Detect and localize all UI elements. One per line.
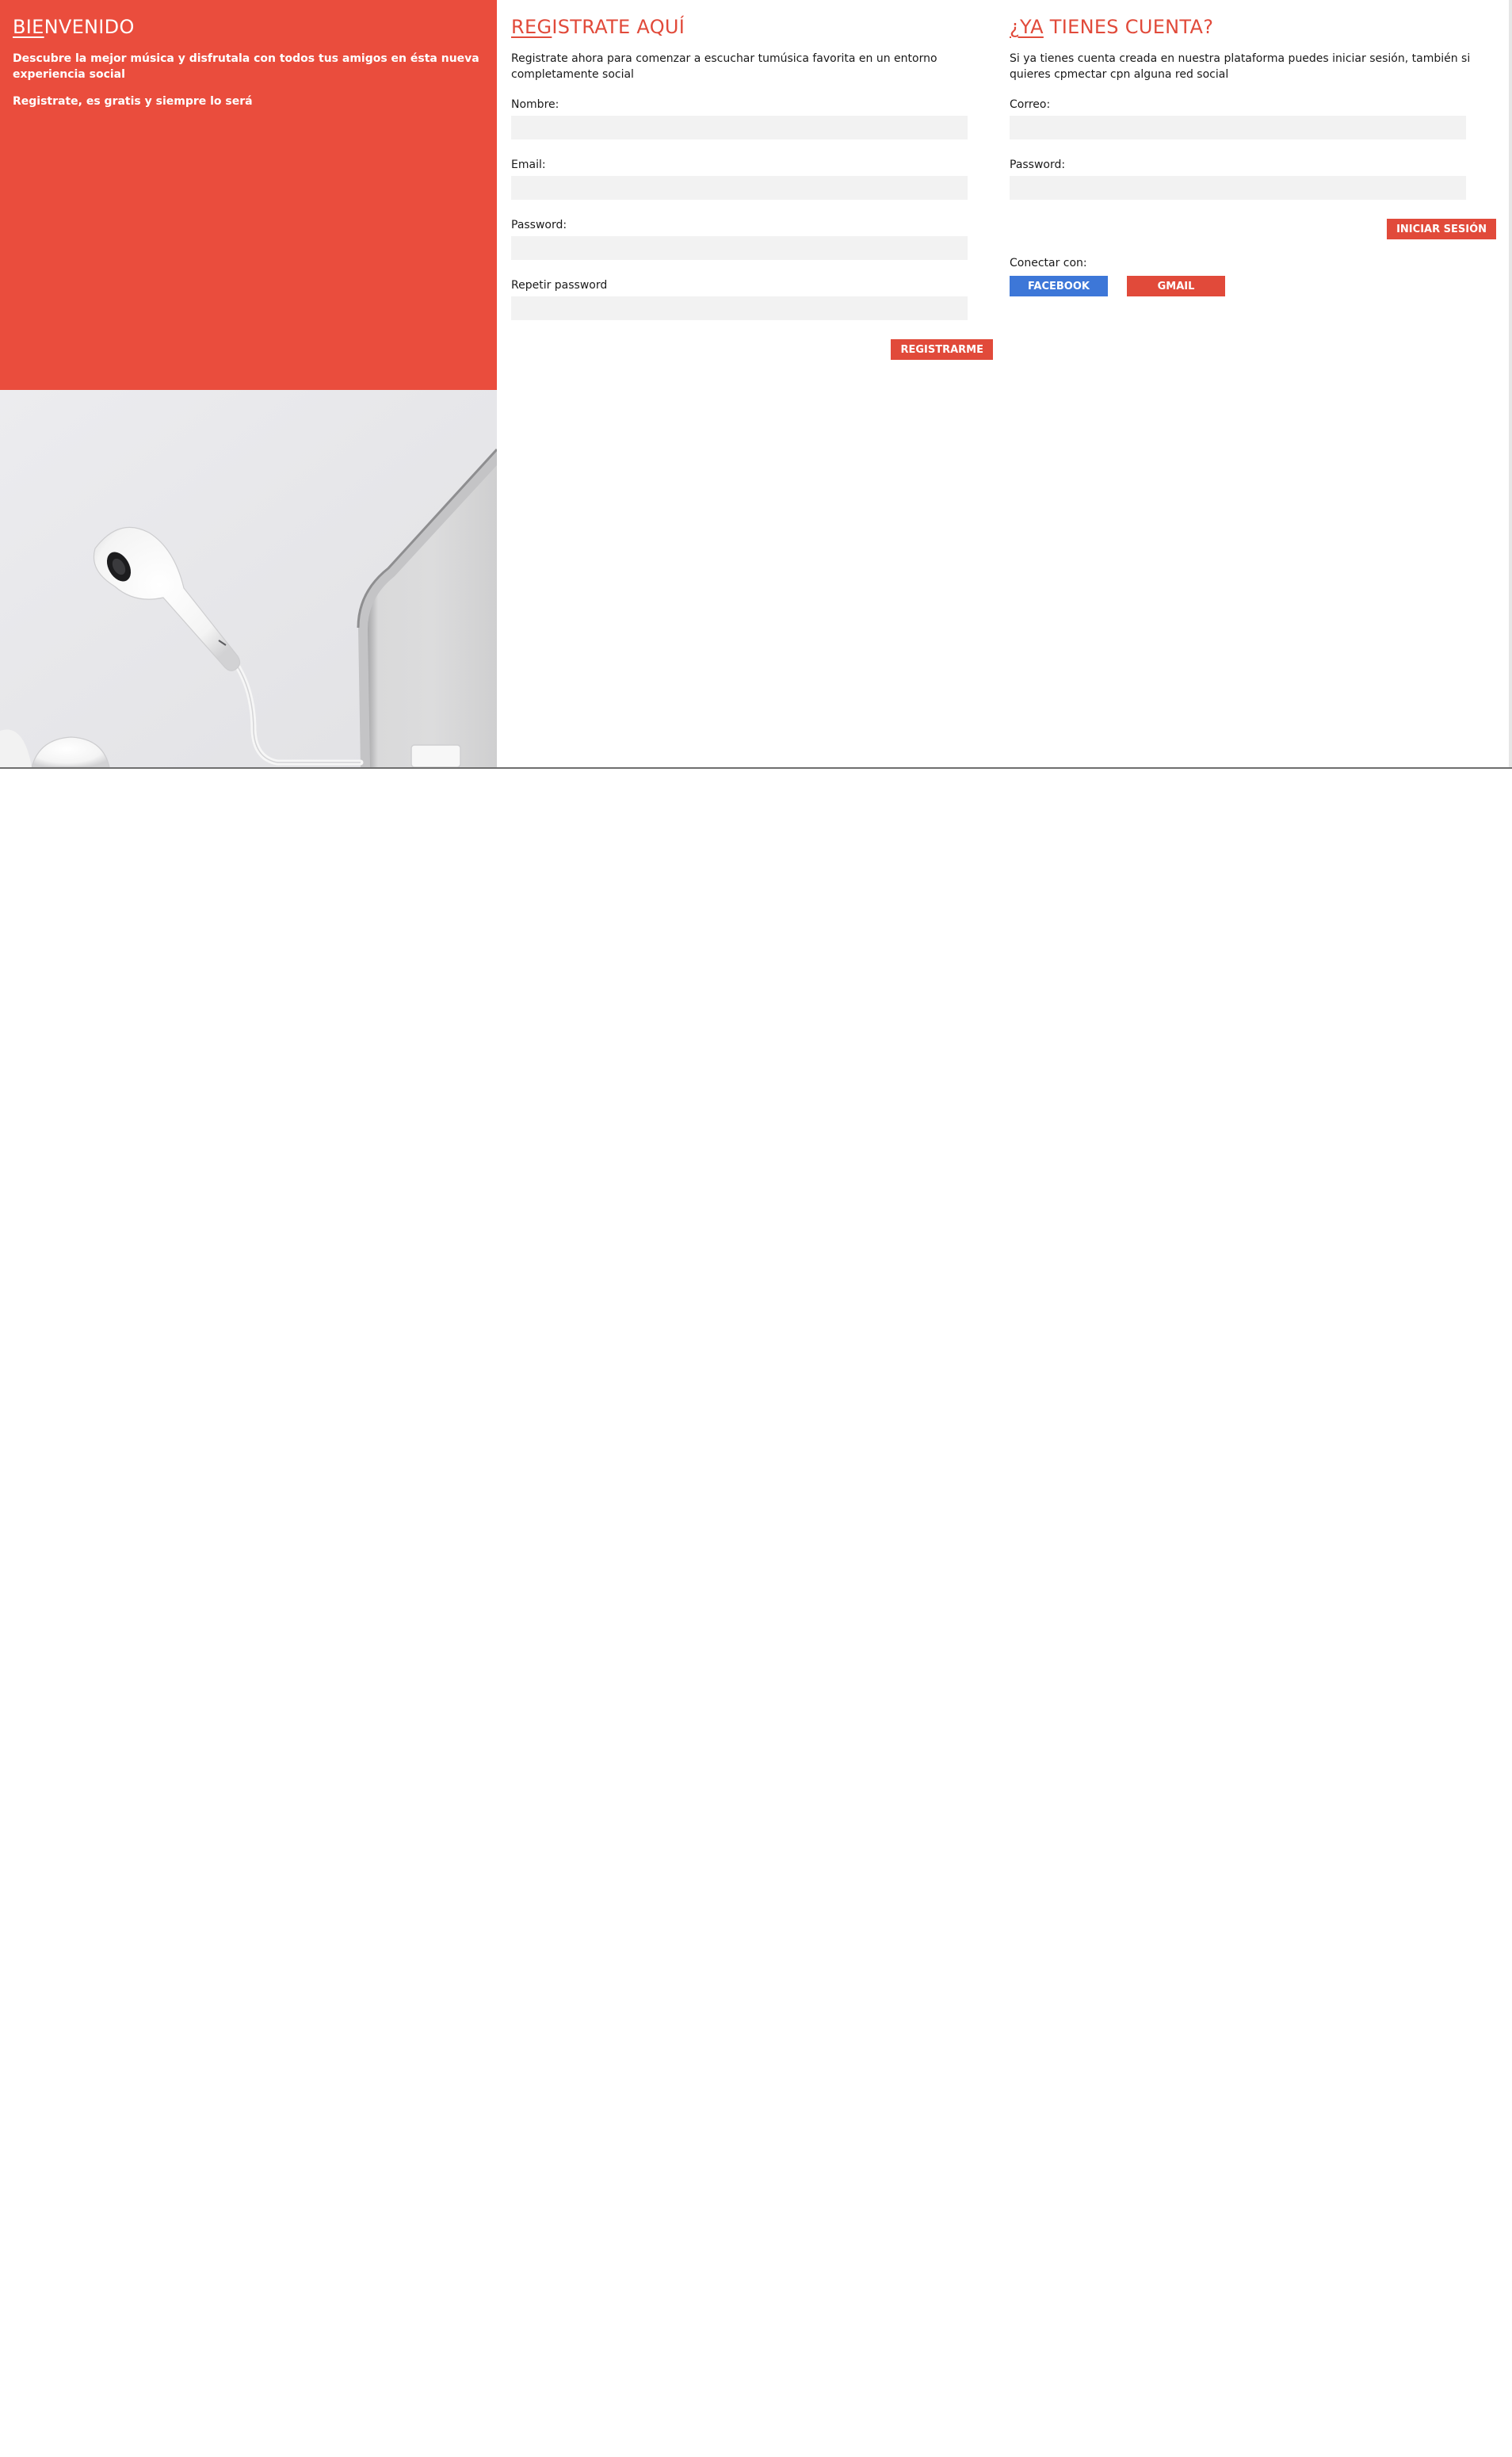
welcome-title-rest: NVENIDO — [44, 16, 135, 38]
email-input[interactable] — [511, 176, 968, 200]
password-input[interactable] — [511, 236, 968, 260]
register-intro: Registrate ahora para comenzar a escucha… — [511, 52, 937, 81]
register-title-rest: ISTRATE AQUÍ — [552, 16, 685, 38]
login-button[interactable]: INICIAR SESIÓN — [1387, 219, 1496, 239]
password-login-label: Password: — [1010, 159, 1066, 171]
register-button[interactable]: REGISTRARME — [891, 339, 993, 360]
register-title-highlight: REG — [511, 16, 552, 38]
register-actions: REGISTRARME — [511, 339, 993, 360]
name-label: Nombre: — [511, 98, 559, 111]
welcome-panel: BIENVENIDO Descubre la mejor música y di… — [0, 0, 497, 390]
facebook-button[interactable]: FACEBOOK — [1010, 276, 1108, 296]
social-buttons: FACEBOOK GMAIL — [1010, 276, 1485, 296]
login-title-highlight: ¿YA — [1010, 16, 1044, 38]
connect-with-label: Conectar con: — [1010, 257, 1087, 269]
email-login-input[interactable] — [1010, 116, 1466, 139]
page: BIENVENIDO Descubre la mejor música y di… — [0, 0, 1512, 2457]
repeat-password-label: Repetir password — [511, 279, 608, 292]
earphones-phone-illustration — [0, 390, 497, 767]
login-intro: Si ya tienes cuenta creada en nuestra pl… — [1010, 52, 1471, 81]
landing-section: BIENVENIDO Descubre la mejor música y di… — [0, 0, 1512, 767]
password-login-input[interactable] — [1010, 176, 1466, 200]
login-section: ¿YA TIENES CUENTA? Si ya tienes cuenta c… — [1010, 0, 1496, 296]
welcome-title: BIENVENIDO — [13, 14, 484, 40]
register-title: REGISTRATE AQUÍ — [511, 14, 980, 40]
gmail-button[interactable]: GMAIL — [1127, 276, 1225, 296]
email-label: Email: — [511, 159, 546, 171]
welcome-title-highlight: BIE — [13, 16, 44, 38]
name-input[interactable] — [511, 116, 968, 139]
repeat-password-input[interactable] — [511, 296, 968, 320]
login-title: ¿YA TIENES CUENTA? — [1010, 14, 1485, 40]
email-login-label: Correo: — [1010, 98, 1051, 111]
login-actions: INICIAR SESIÓN — [1010, 219, 1496, 239]
register-section: REGISTRATE AQUÍ Registrate ahora para co… — [511, 0, 993, 360]
welcome-subtext: Registrate, es gratis y siempre lo será — [13, 95, 253, 108]
section-divider — [0, 767, 1512, 769]
login-title-rest: TIENES CUENTA? — [1043, 16, 1214, 38]
earphones-photo — [0, 390, 497, 767]
page-edge — [1509, 0, 1512, 767]
welcome-text: Descubre la mejor música y disfrutala co… — [13, 52, 479, 81]
password-label: Password: — [511, 219, 567, 231]
